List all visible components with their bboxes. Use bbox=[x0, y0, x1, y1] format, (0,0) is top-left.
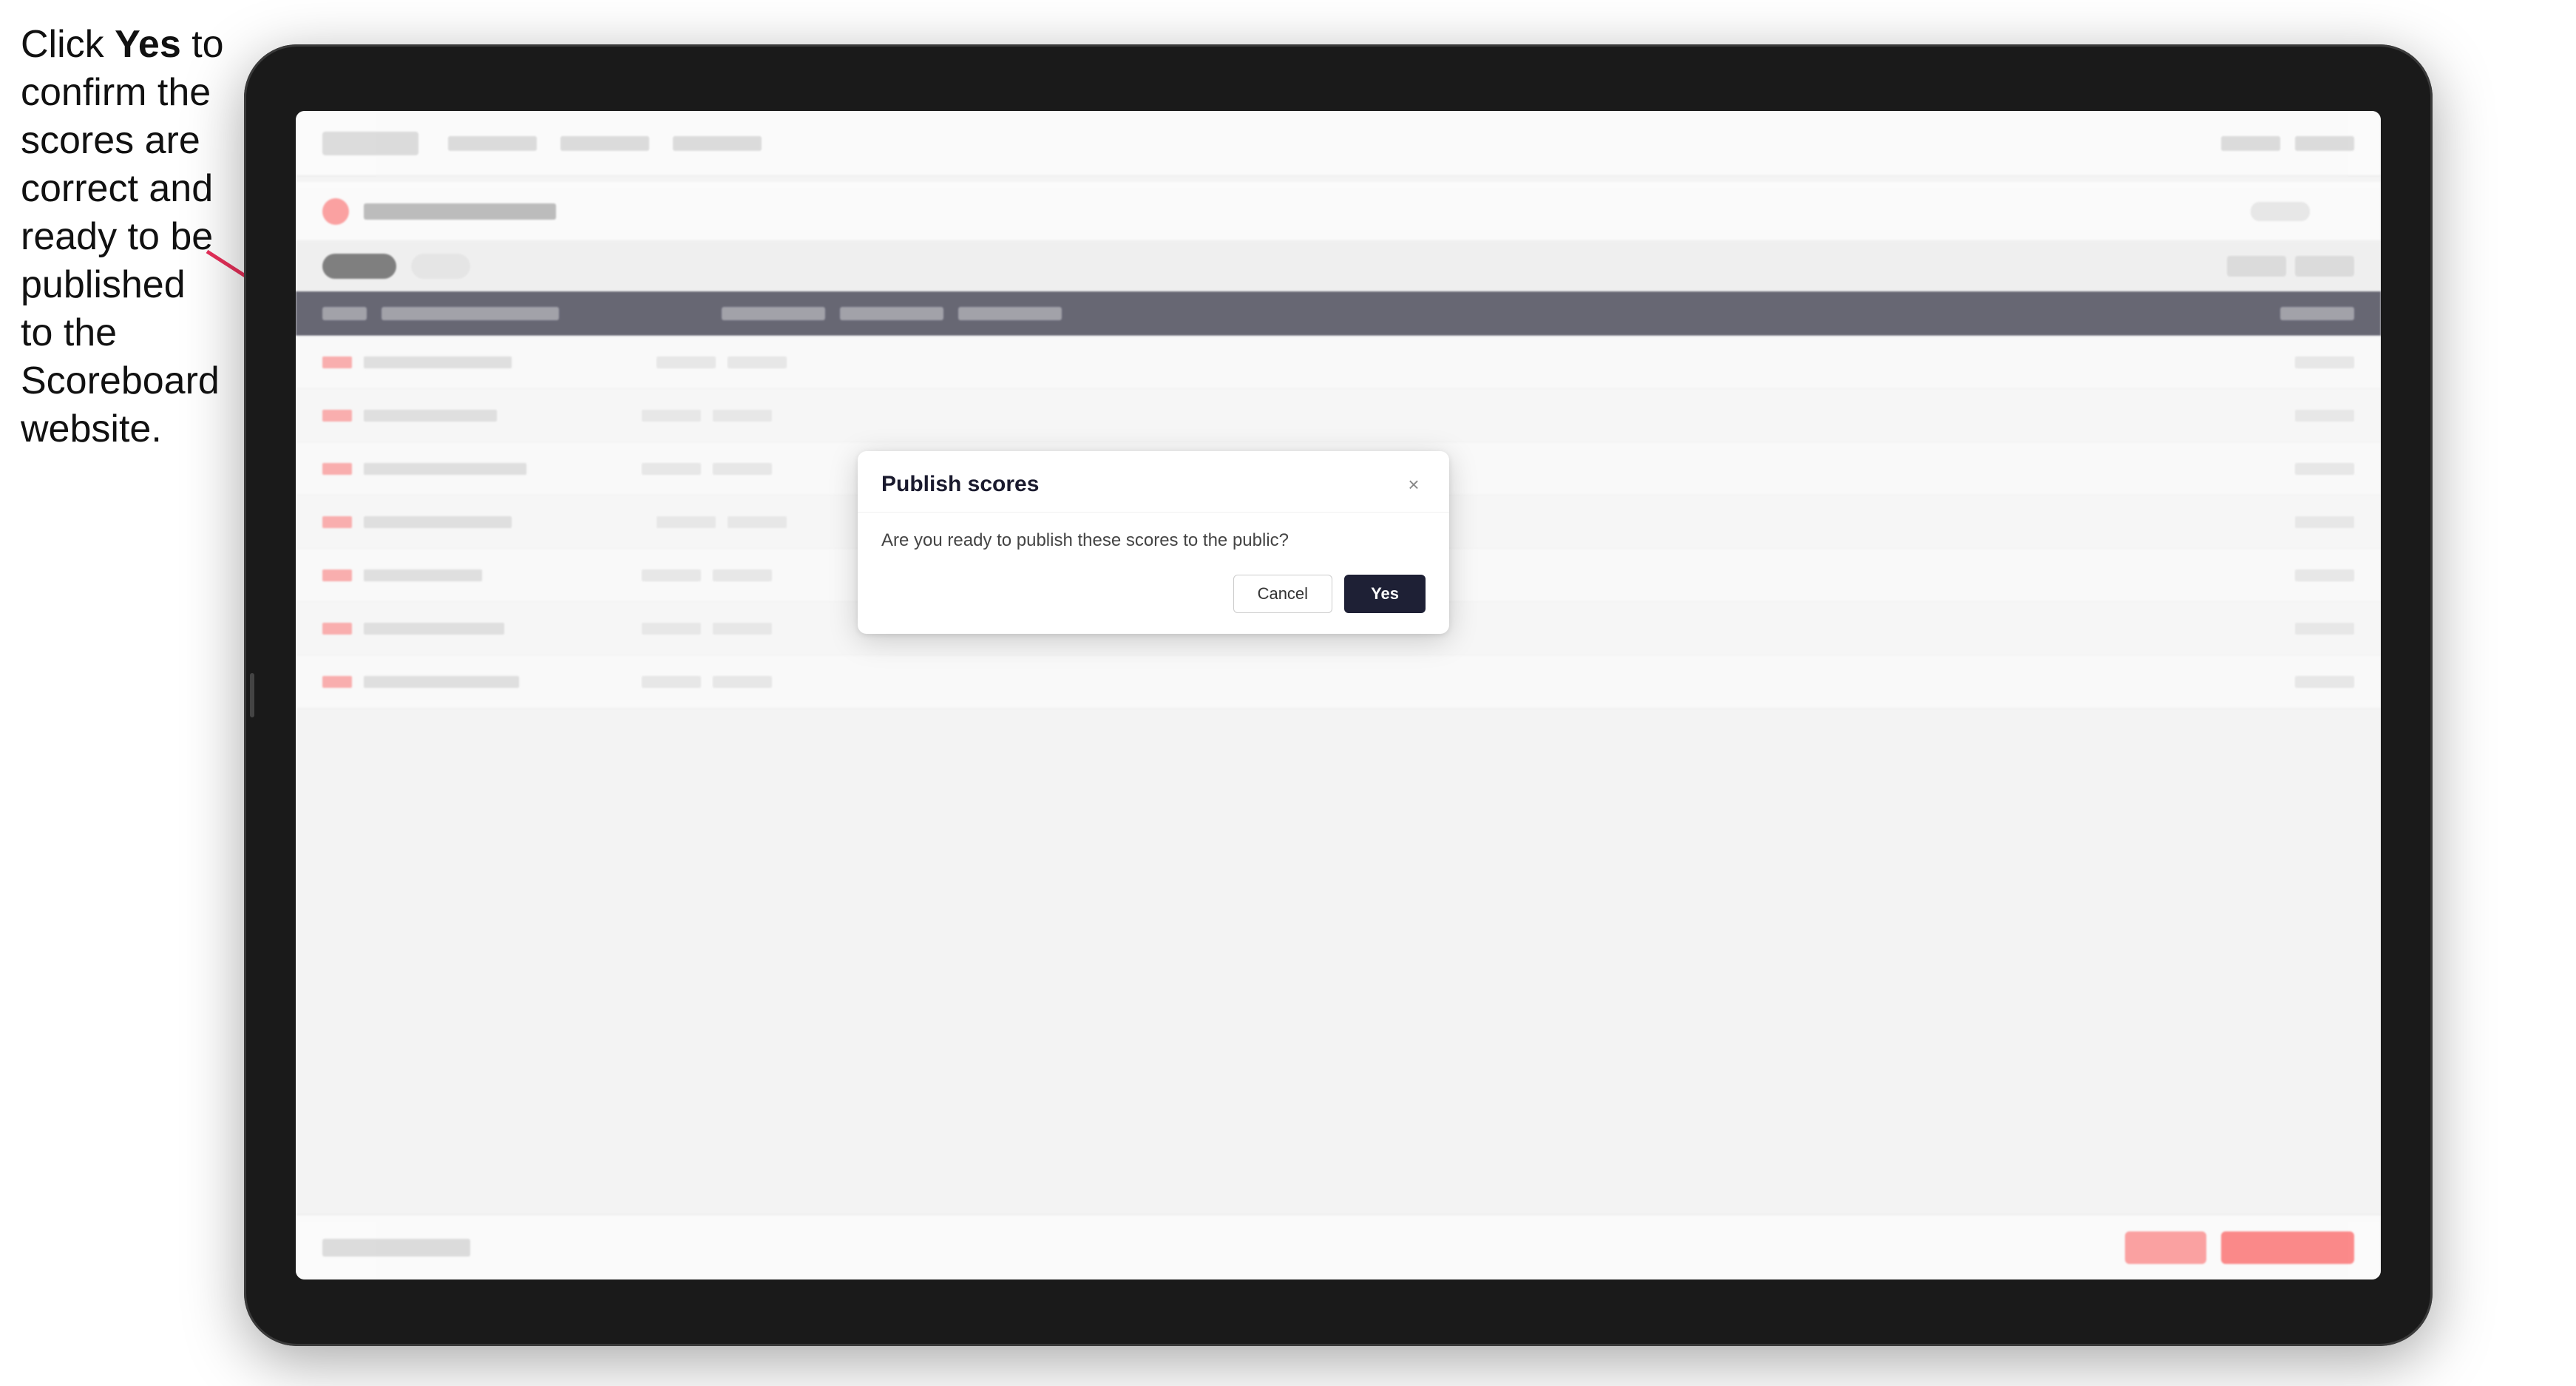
th-rank bbox=[322, 307, 367, 320]
nav-item-2 bbox=[560, 136, 649, 151]
nav-item-1 bbox=[448, 136, 537, 151]
tablet-screen: Publish scores × Are you ready to publis… bbox=[296, 111, 2381, 1279]
row-name bbox=[364, 623, 504, 635]
filter-pill-2 bbox=[411, 254, 470, 279]
event-title bbox=[364, 203, 556, 220]
row-val bbox=[2295, 623, 2354, 635]
row-name bbox=[364, 516, 512, 528]
modal-actions: Cancel Yes bbox=[881, 575, 1426, 613]
yes-button[interactable]: Yes bbox=[1344, 575, 1426, 613]
row-num bbox=[322, 356, 352, 368]
app-header bbox=[296, 111, 2381, 176]
th-name bbox=[382, 307, 559, 320]
filter-row bbox=[296, 241, 2381, 291]
instruction-suffix: to confirm the scores are correct and re… bbox=[21, 23, 224, 450]
filter-action-2 bbox=[2295, 256, 2354, 277]
event-badge bbox=[2251, 202, 2310, 221]
instruction-bold: Yes bbox=[115, 23, 181, 66]
row-val bbox=[2295, 356, 2354, 368]
app-logo bbox=[322, 132, 418, 155]
footer-text bbox=[322, 1239, 470, 1257]
modal-message: Are you ready to publish these scores to… bbox=[881, 530, 1426, 551]
header-right-2 bbox=[2295, 136, 2354, 151]
row-name bbox=[364, 569, 482, 581]
row-num bbox=[322, 676, 352, 688]
footer-confirm-btn bbox=[2221, 1231, 2354, 1264]
filter-action-1 bbox=[2227, 256, 2286, 277]
modal-body: Are you ready to publish these scores to… bbox=[858, 513, 1449, 634]
table-footer bbox=[296, 1214, 2381, 1279]
instruction-prefix: Click bbox=[21, 23, 115, 66]
row-num bbox=[322, 410, 352, 422]
filter-pill-1 bbox=[322, 254, 396, 279]
instruction-text: Click Yes to confirm the scores are corr… bbox=[21, 21, 228, 453]
row-val bbox=[2295, 676, 2354, 688]
th-score2 bbox=[840, 307, 943, 320]
row-name bbox=[364, 356, 512, 368]
th-total bbox=[2280, 307, 2354, 320]
nav-item-3 bbox=[673, 136, 762, 151]
header-nav bbox=[448, 136, 762, 151]
table-header bbox=[296, 291, 2381, 336]
row-num bbox=[322, 463, 352, 475]
row-num bbox=[322, 516, 352, 528]
row-val bbox=[2295, 463, 2354, 475]
th-score3 bbox=[958, 307, 1062, 320]
modal-dialog: Publish scores × Are you ready to publis… bbox=[858, 451, 1449, 634]
modal-close-button[interactable]: × bbox=[1402, 473, 1426, 496]
row-val bbox=[2295, 569, 2354, 581]
event-icon bbox=[322, 198, 349, 225]
row-num bbox=[322, 569, 352, 581]
row-name bbox=[364, 463, 526, 475]
footer-cancel-btn bbox=[2125, 1231, 2206, 1264]
table-row bbox=[296, 389, 2381, 442]
row-name bbox=[364, 676, 519, 688]
cancel-button[interactable]: Cancel bbox=[1233, 575, 1332, 613]
row-val bbox=[2295, 410, 2354, 422]
tablet-device: Publish scores × Are you ready to publis… bbox=[244, 44, 2433, 1346]
table-row bbox=[296, 336, 2381, 389]
header-right-1 bbox=[2221, 136, 2280, 151]
th-score1 bbox=[722, 307, 825, 320]
modal-title: Publish scores bbox=[881, 472, 1039, 497]
event-row bbox=[296, 182, 2381, 241]
row-name bbox=[364, 410, 497, 422]
modal-header: Publish scores × bbox=[858, 451, 1449, 513]
row-val bbox=[2295, 516, 2354, 528]
table-row bbox=[296, 655, 2381, 709]
row-num bbox=[322, 623, 352, 635]
